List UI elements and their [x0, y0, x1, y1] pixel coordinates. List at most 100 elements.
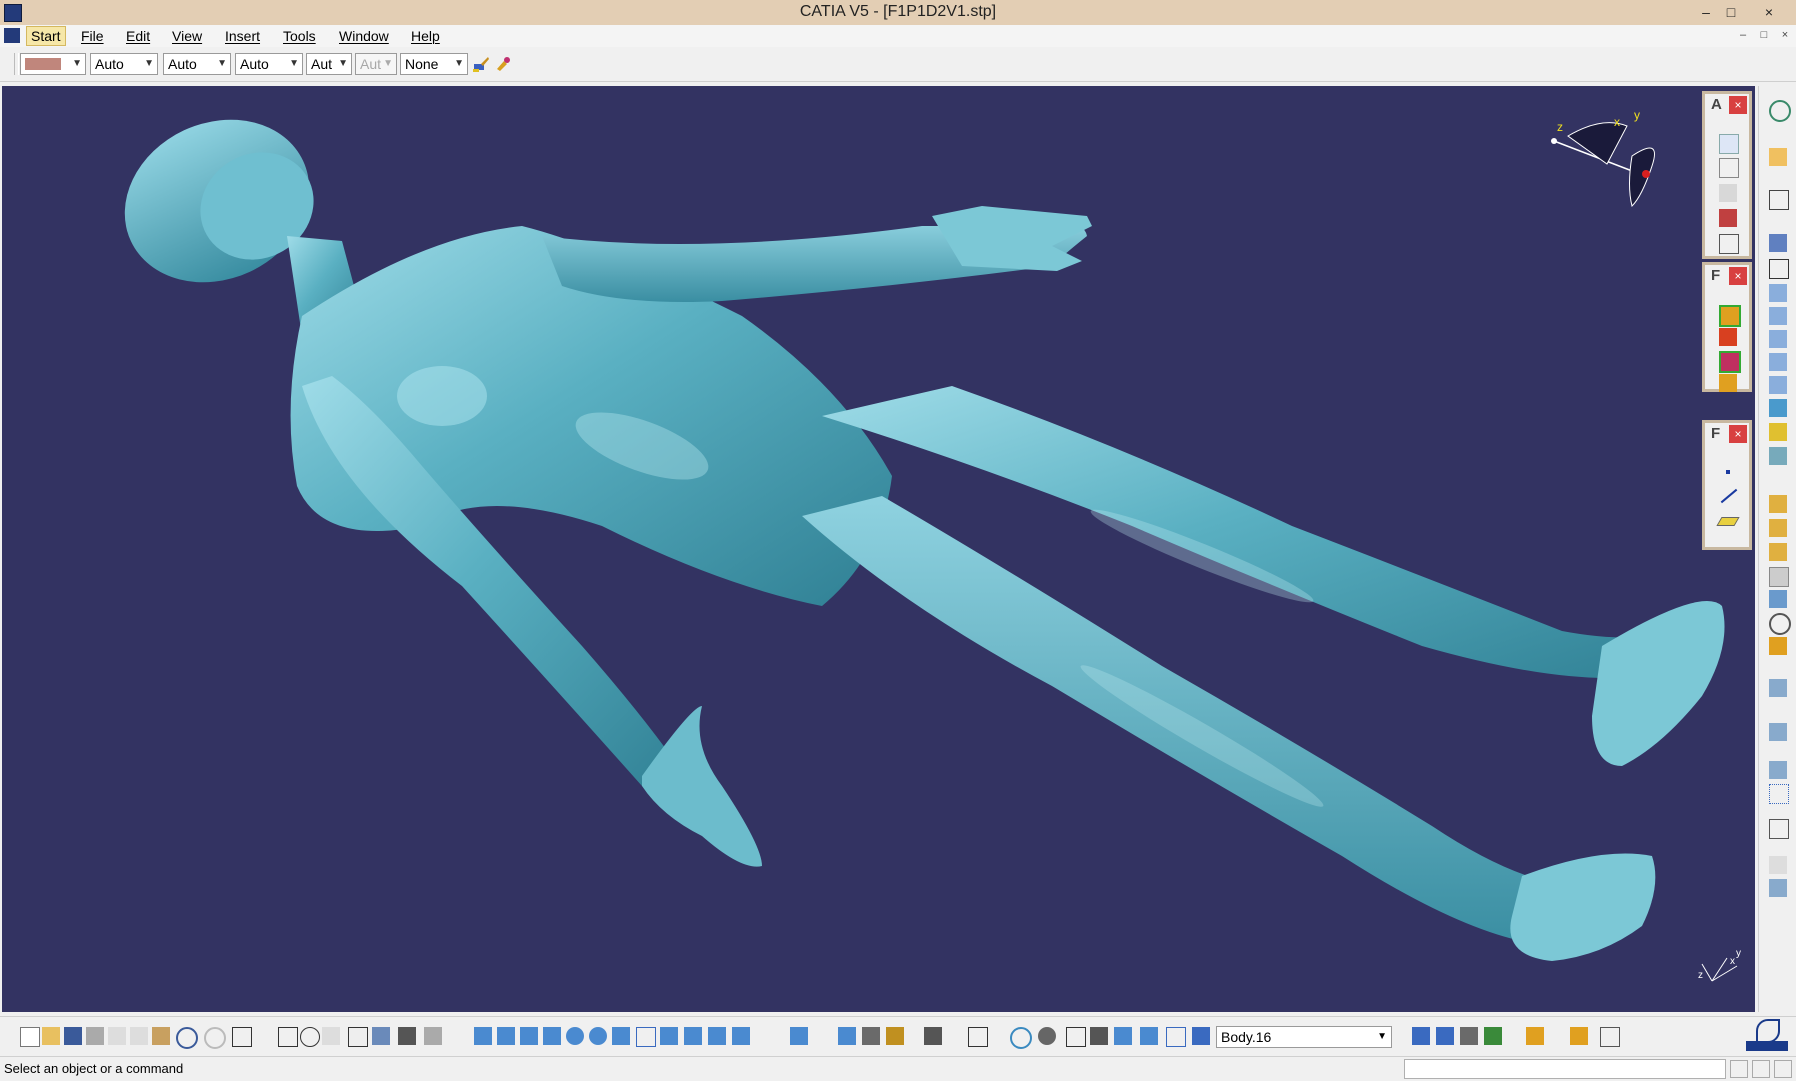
split-icon[interactable] [1769, 519, 1787, 537]
power-input-toggle[interactable] [1730, 1060, 1748, 1078]
extrapolate-icon[interactable] [1769, 679, 1787, 697]
fly-mode-icon[interactable] [474, 1027, 492, 1045]
shape-icon[interactable] [1484, 1027, 1502, 1045]
mdi-minimize-button[interactable]: – [1734, 27, 1752, 43]
status-icon-3[interactable] [1774, 1060, 1792, 1078]
close-button[interactable]: × [1756, 2, 1782, 22]
paste-icon[interactable] [152, 1027, 170, 1045]
offset-icon[interactable] [1769, 376, 1787, 394]
snap-icon[interactable] [1114, 1027, 1132, 1045]
minimize-button[interactable]: – [1693, 2, 1719, 22]
line-icon[interactable] [1719, 486, 1738, 504]
options-icon[interactable] [1600, 1027, 1620, 1047]
copy-format-icon[interactable] [494, 55, 512, 73]
dimension-icon[interactable] [1719, 234, 1739, 254]
point-symbol-select[interactable]: Auto ▼ [235, 53, 303, 75]
print-icon[interactable] [86, 1027, 104, 1045]
inertia-icon[interactable] [886, 1027, 904, 1045]
human-body-model[interactable] [98, 90, 1725, 961]
table-icon[interactable] [348, 1027, 368, 1047]
mdi-close-button[interactable]: × [1776, 27, 1794, 43]
extract-icon[interactable] [1769, 590, 1787, 608]
update-icon[interactable] [1010, 1027, 1032, 1049]
fit-all-icon[interactable] [497, 1027, 515, 1045]
photo-studio-icon[interactable] [1526, 1027, 1544, 1045]
undo-icon[interactable] [176, 1027, 198, 1049]
compass-widget[interactable]: z x y [1551, 108, 1655, 207]
fill-icon[interactable] [1769, 423, 1787, 441]
macro-icon[interactable] [1570, 1027, 1588, 1045]
formula-icon[interactable] [278, 1027, 298, 1047]
new-icon[interactable] [20, 1027, 40, 1047]
capture-icon[interactable] [924, 1027, 942, 1045]
feature-icon-1[interactable] [1719, 305, 1741, 327]
render-icon[interactable] [732, 1027, 750, 1045]
palette-close-button[interactable]: × [1729, 96, 1747, 114]
datum-icon[interactable] [1719, 184, 1737, 202]
catalog-icon[interactable] [372, 1027, 390, 1045]
flag-note-icon[interactable] [1719, 158, 1739, 178]
rendering-style-select[interactable]: Aut ▼ [306, 53, 352, 75]
hide-show-icon[interactable] [838, 1027, 856, 1045]
sketch-icon[interactable] [1769, 190, 1789, 210]
menu-start[interactable]: Start [26, 26, 66, 46]
feature-icon-2[interactable] [1719, 328, 1737, 346]
rotate-icon[interactable] [543, 1027, 561, 1045]
menu-file[interactable]: File [81, 28, 104, 44]
advanced-tool-icon[interactable] [1769, 879, 1787, 897]
multi-view-icon[interactable] [636, 1027, 656, 1047]
digitized-icon[interactable] [1436, 1027, 1454, 1045]
workbench-icon[interactable] [1166, 1027, 1186, 1047]
mesh-icon[interactable] [1460, 1027, 1478, 1045]
feature-icon-3[interactable] [1719, 351, 1741, 373]
whats-this-icon[interactable] [232, 1027, 252, 1047]
boundary-icon[interactable] [1769, 567, 1789, 587]
pan-icon[interactable] [520, 1027, 538, 1045]
document-icon[interactable] [4, 28, 20, 43]
join-icon[interactable] [1769, 495, 1787, 513]
axis-system-icon[interactable] [1066, 1027, 1086, 1047]
grid-icon[interactable] [1769, 784, 1789, 804]
hand-icon[interactable] [1038, 1027, 1056, 1045]
sphere-icon[interactable] [1769, 330, 1787, 348]
current-body-select[interactable]: Body.16 ▼ [1216, 1026, 1392, 1048]
reference-icon[interactable] [1769, 259, 1789, 279]
multi-section-icon[interactable] [1769, 447, 1787, 465]
maximize-button[interactable]: □ [1718, 2, 1744, 22]
translate-icon[interactable] [1769, 637, 1787, 655]
swap-visible-icon[interactable] [790, 1027, 808, 1045]
palette-close-button[interactable]: × [1729, 425, 1747, 443]
constraint-icon[interactable] [1140, 1027, 1158, 1045]
menu-view[interactable]: View [172, 28, 202, 44]
zoom-in-icon[interactable] [566, 1027, 584, 1045]
trim-icon[interactable] [1769, 543, 1787, 561]
point-icon[interactable] [1719, 463, 1737, 481]
shading-edges-icon[interactable] [708, 1027, 726, 1045]
toolbar-grip[interactable] [14, 53, 19, 75]
fill-color-select[interactable]: ▼ [20, 53, 86, 75]
plane-icon[interactable] [1716, 511, 1740, 529]
menu-edit[interactable]: Edit [126, 28, 150, 44]
cylinder-icon[interactable] [1769, 353, 1787, 371]
menu-tools[interactable]: Tools [283, 28, 316, 44]
sheet-metal-icon[interactable] [1412, 1027, 1430, 1045]
shading-icon[interactable] [684, 1027, 702, 1045]
comment-icon[interactable] [300, 1027, 320, 1047]
menu-insert[interactable]: Insert [225, 28, 260, 44]
geometry-icon[interactable] [1090, 1027, 1108, 1045]
open-icon[interactable] [42, 1027, 60, 1045]
menu-help[interactable]: Help [411, 28, 440, 44]
tools-icon[interactable] [424, 1027, 442, 1045]
3d-viewport[interactable]: z x y z x y A × F × F × [2, 86, 1755, 1012]
repetition-icon[interactable] [1769, 761, 1787, 779]
extrude-icon[interactable] [1769, 284, 1787, 302]
text-icon[interactable] [1719, 134, 1739, 154]
sketcher-icon[interactable] [1769, 100, 1791, 122]
status-icon-2[interactable] [1752, 1060, 1770, 1078]
tolerance-icon[interactable] [1719, 209, 1737, 227]
mdi-restore-button[interactable]: □ [1755, 27, 1773, 43]
save-icon[interactable] [64, 1027, 82, 1045]
analysis-icon[interactable] [1769, 819, 1789, 839]
line-thickness-select[interactable]: Auto ▼ [163, 53, 231, 75]
specification-icon[interactable] [968, 1027, 988, 1047]
